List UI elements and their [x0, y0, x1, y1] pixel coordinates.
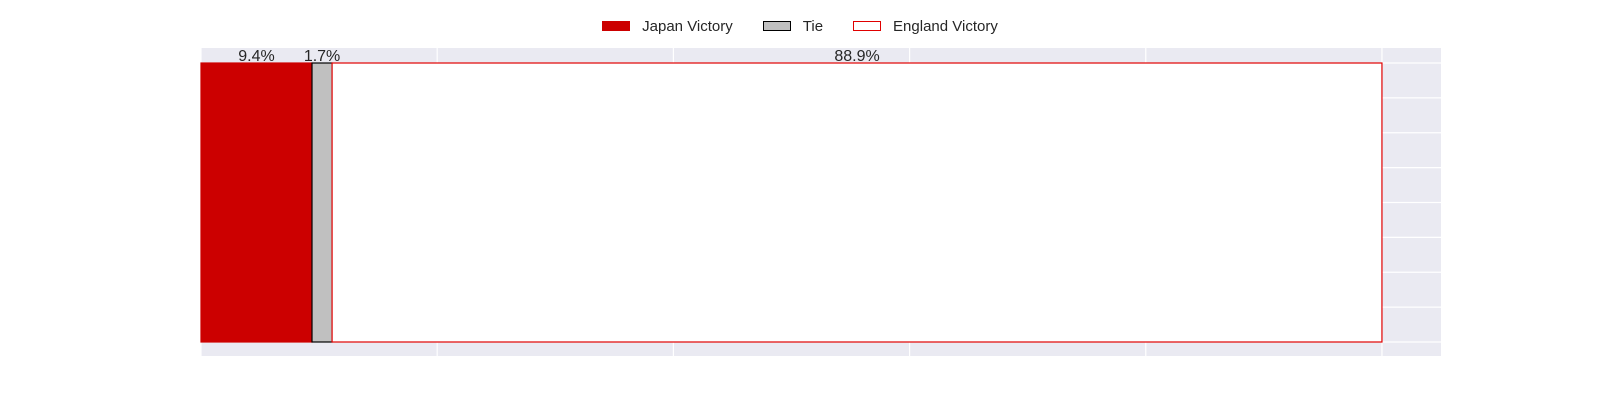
bar-japan-victory — [200, 62, 313, 343]
legend-item-england-victory: England Victory — [853, 18, 998, 35]
bar-label-tie: 1.7% — [304, 48, 340, 65]
legend-label-england-victory: England Victory — [893, 17, 998, 35]
stacked-bar-chart: 9.4% 1.7% 88.9% — [200, 48, 1441, 356]
bar-segments — [200, 62, 1383, 343]
legend-label-japan-victory: Japan Victory — [642, 17, 733, 35]
legend-item-tie: Tie — [762, 17, 824, 35]
legend-swatch-england-victory — [853, 21, 882, 31]
legend: Japan Victory Tie England Victory — [0, 14, 1600, 38]
bar-england-victory — [331, 62, 1383, 343]
bar-label-japan-victory: 9.4% — [238, 48, 274, 65]
legend-swatch-japan-victory — [602, 21, 631, 31]
legend-swatch-tie — [762, 21, 791, 31]
legend-item-japan-victory: Japan Victory — [602, 18, 733, 35]
bar-tie — [311, 62, 333, 343]
bar-label-england-victory: 88.9% — [834, 48, 879, 65]
legend-label-tie: Tie — [802, 17, 824, 35]
